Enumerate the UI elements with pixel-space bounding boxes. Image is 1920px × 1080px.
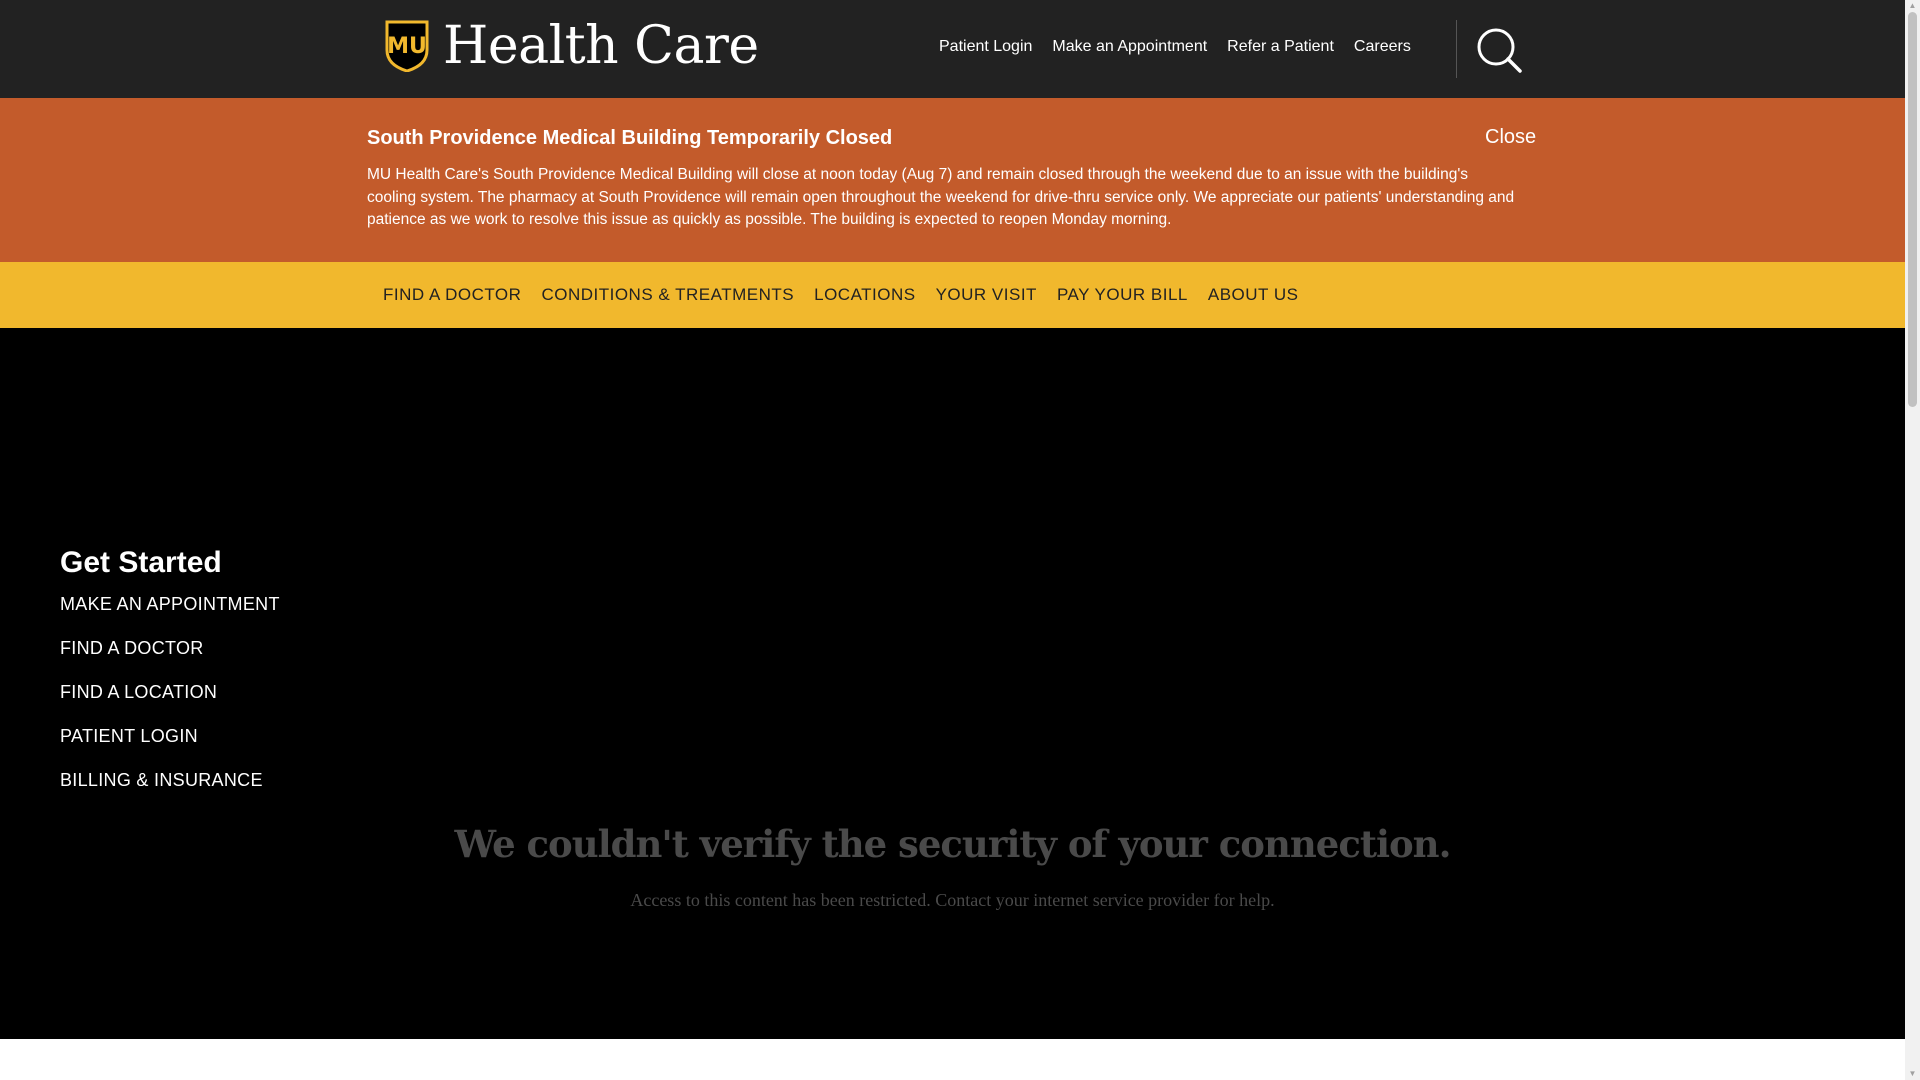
error-title: We couldn't verify the security of your … — [454, 822, 1452, 866]
main-nav: FIND A DOCTOR CONDITIONS & TREATMENTS LO… — [0, 262, 1905, 328]
list-item: FIND A LOCATION — [60, 680, 280, 724]
get-started-make-appointment[interactable]: MAKE AN APPOINTMENT — [60, 594, 280, 614]
search-icon — [1477, 28, 1522, 73]
scroll-down-arrow-icon[interactable]: ▼ — [1905, 1068, 1920, 1080]
nav-conditions-treatments[interactable]: CONDITIONS & TREATMENTS — [541, 284, 794, 306]
utility-link-careers[interactable]: Careers — [1354, 36, 1411, 58]
list-item: FIND A DOCTOR — [60, 636, 280, 680]
search-button[interactable] — [1475, 26, 1525, 76]
nav-pay-your-bill[interactable]: PAY YOUR BILL — [1057, 284, 1188, 306]
nav-find-a-doctor[interactable]: FIND A DOCTOR — [383, 284, 521, 306]
mu-shield-logo-icon: MU — [385, 20, 429, 72]
utility-link-make-appointment[interactable]: Make an Appointment — [1052, 36, 1207, 58]
page-scrollbar[interactable]: ▲ ▼ — [1905, 0, 1920, 1080]
get-started-title: Get Started — [60, 546, 222, 579]
error-message: Access to this content has been restrict… — [630, 890, 1275, 910]
get-started-list: MAKE AN APPOINTMENT FIND A DOCTOR FIND A… — [60, 592, 280, 812]
hero-section: Get Started MAKE AN APPOINTMENT FIND A D… — [0, 328, 1905, 1039]
alert-banner: South Providence Medical Building Tempor… — [0, 98, 1905, 262]
logo-badge-text: MU — [387, 34, 427, 59]
nav-locations[interactable]: LOCATIONS — [814, 284, 915, 306]
page: MU Health Care Patient Login Make an App… — [0, 0, 1920, 1080]
utility-link-refer-patient[interactable]: Refer a Patient — [1227, 36, 1334, 58]
utility-nav: Patient Login Make an Appointment Refer … — [939, 36, 1411, 58]
list-item: MAKE AN APPOINTMENT — [60, 592, 280, 636]
logo-link[interactable]: MU Health Care — [383, 18, 759, 74]
list-item: BILLING & INSURANCE — [60, 768, 280, 812]
connection-error: We couldn't verify the security of your … — [0, 822, 1905, 912]
alert-body: MU Health Care's South Providence Medica… — [367, 166, 1515, 228]
scroll-up-arrow-icon[interactable]: ▲ — [1905, 0, 1920, 12]
nav-your-visit[interactable]: YOUR VISIT — [936, 284, 1037, 306]
get-started-billing-insurance[interactable]: BILLING & INSURANCE — [60, 770, 263, 790]
header-divider — [1456, 20, 1457, 78]
get-started-panel: Get Started MAKE AN APPOINTMENT FIND A D… — [60, 546, 280, 812]
nav-about-us[interactable]: ABOUT US — [1208, 284, 1299, 306]
top-header: MU Health Care Patient Login Make an App… — [0, 0, 1905, 98]
get-started-find-doctor[interactable]: FIND A DOCTOR — [60, 638, 204, 658]
get-started-patient-login[interactable]: PATIENT LOGIN — [60, 726, 198, 746]
bottom-strip — [0, 1039, 1905, 1080]
alert-title: South Providence Medical Building Tempor… — [367, 127, 893, 149]
get-started-find-location[interactable]: FIND A LOCATION — [60, 682, 217, 702]
utility-link-patient-login[interactable]: Patient Login — [939, 36, 1032, 58]
alert-close-button[interactable]: Close — [1485, 125, 1536, 149]
list-item: PATIENT LOGIN — [60, 724, 280, 768]
scrollbar-thumb[interactable] — [1908, 12, 1917, 407]
logo-text: Health Care — [443, 16, 759, 76]
